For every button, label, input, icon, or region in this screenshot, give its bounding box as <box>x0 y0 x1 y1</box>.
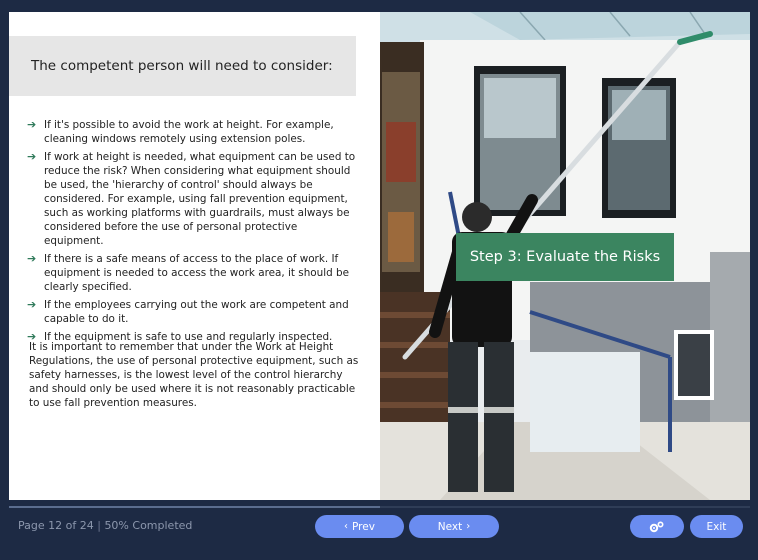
completion-text: 50% Completed <box>104 519 193 532</box>
content-frame: The competent person will need to consid… <box>9 12 750 500</box>
list-item: ➔ If work at height is needed, what equip… <box>27 150 356 247</box>
list-item: ➔ If the employees carrying out the work … <box>27 298 349 325</box>
arrow-right-icon: ➔ <box>27 252 37 265</box>
progress-status: Page 12 of 24 | 50% Completed <box>18 519 192 532</box>
list-item: ➔ If there is a safe means of access to t… <box>27 252 350 293</box>
list-item: ➔ If it's possible to avoid the work at h… <box>27 118 334 145</box>
settings-button[interactable] <box>630 515 684 538</box>
gears-icon <box>649 520 664 532</box>
chevron-right-icon: › <box>466 521 471 532</box>
progress-fill <box>9 506 380 508</box>
arrow-right-icon: ➔ <box>27 298 37 311</box>
arrow-right-icon: ➔ <box>27 118 37 131</box>
arrow-right-icon: ➔ <box>27 150 37 163</box>
exit-button[interactable]: Exit <box>690 515 743 538</box>
regulation-paragraph: It is important to remember that under t… <box>29 341 359 409</box>
next-button[interactable]: Next › <box>409 515 499 538</box>
photo-panel: Step 3: Evaluate the Risks <box>380 12 750 500</box>
prev-button[interactable]: ‹ Prev <box>315 515 404 538</box>
page-counter: Page 12 of 24 <box>18 519 94 532</box>
separator: | <box>97 519 101 532</box>
text-panel: The competent person will need to consid… <box>9 12 380 500</box>
step-banner: Step 3: Evaluate the Risks <box>456 233 674 281</box>
content-heading: The competent person will need to consid… <box>9 36 356 96</box>
progress-bar <box>9 506 750 508</box>
considerations-list: ➔ If it's possible to avoid the work at h… <box>27 118 359 348</box>
chevron-left-icon: ‹ <box>344 521 349 532</box>
heading-text: The competent person will need to consid… <box>31 58 333 74</box>
